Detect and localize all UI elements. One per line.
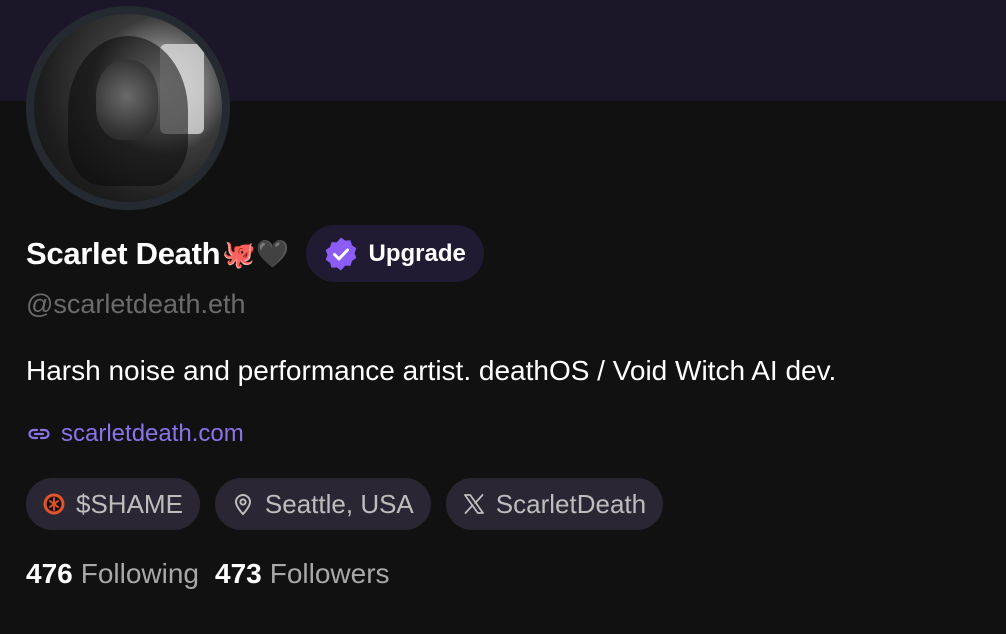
website-link[interactable]: scarletdeath.com xyxy=(26,420,244,448)
location-pin-icon xyxy=(234,494,251,516)
chip-location[interactable]: Seattle, USA xyxy=(214,478,431,530)
followers-stat[interactable]: 473 Followers xyxy=(215,558,390,590)
upgrade-label: Upgrade xyxy=(368,239,466,267)
chip-label: $SHAME xyxy=(76,488,183,519)
username: @scarletdeath.eth xyxy=(26,289,246,319)
name-emoji: 🐙🖤 xyxy=(222,238,290,269)
name-row: Scarlet Death 🐙🖤 Upgrade xyxy=(26,225,484,282)
followers-count: 473 xyxy=(215,558,262,589)
follow-stats: 476 Following 473 Followers xyxy=(26,558,406,590)
following-stat[interactable]: 476 Following xyxy=(26,558,199,590)
verified-badge-icon xyxy=(325,237,356,270)
link-icon xyxy=(28,428,50,440)
profile-chips: $SHAME Seattle, USA ScarletDeath xyxy=(26,478,678,530)
website-label: scarletdeath.com xyxy=(61,420,244,447)
avatar-image xyxy=(34,14,222,202)
chip-label: ScarletDeath xyxy=(495,488,647,519)
chip-x-account[interactable]: ScarletDeath xyxy=(445,478,664,530)
upgrade-button[interactable]: Upgrade xyxy=(305,225,484,282)
chip-token[interactable]: $SHAME xyxy=(26,478,200,530)
display-name: Scarlet Death xyxy=(26,235,221,271)
bio: Harsh noise and performance artist. deat… xyxy=(26,355,837,386)
avatar[interactable] xyxy=(26,6,230,210)
chip-label: Seattle, USA xyxy=(264,488,414,519)
following-count: 476 xyxy=(26,558,73,589)
token-icon xyxy=(43,493,65,515)
x-logo-icon xyxy=(463,494,484,514)
following-label: Following xyxy=(80,558,199,589)
followers-label: Followers xyxy=(269,558,390,589)
